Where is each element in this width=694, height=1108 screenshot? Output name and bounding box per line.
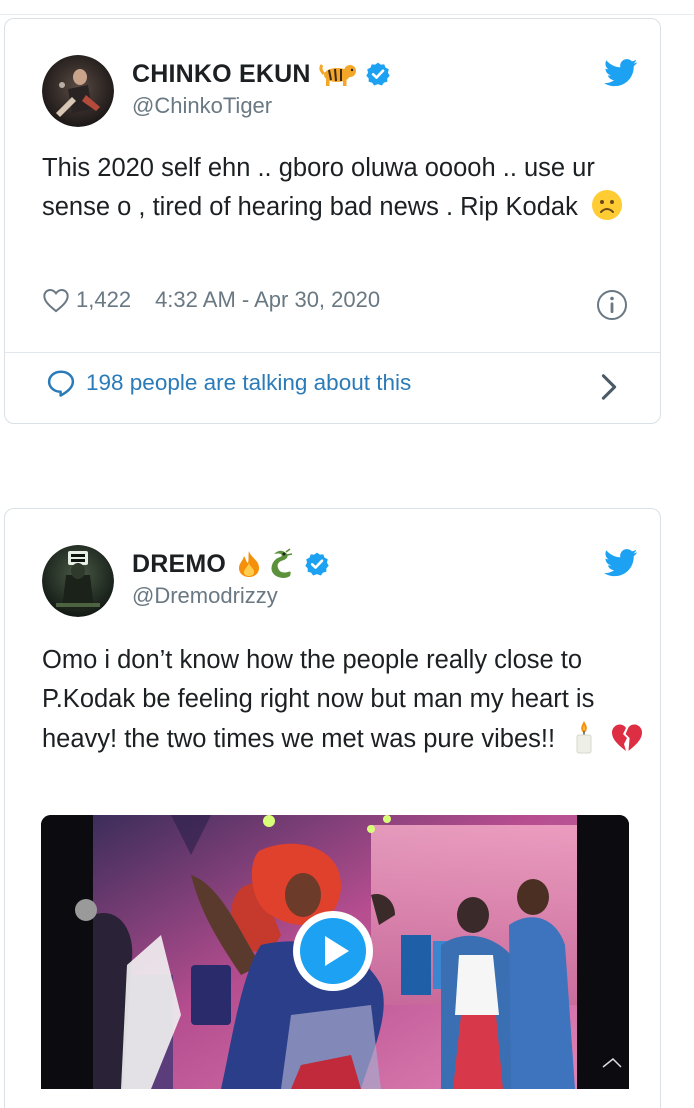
top-divider bbox=[0, 0, 694, 15]
verified-badge-icon bbox=[305, 552, 329, 576]
twitter-bird-icon[interactable] bbox=[604, 59, 638, 87]
tweet-meta: 1,422 4:32 AM - Apr 30, 2020 bbox=[42, 287, 380, 313]
author-handle[interactable]: @Dremodrizzy bbox=[132, 583, 278, 609]
play-icon[interactable] bbox=[291, 909, 375, 993]
tweet-text-body: This 2020 self ehn .. gboro oluwa ooooh … bbox=[42, 154, 595, 221]
tweet-card-chinko[interactable]: CHINKO EKUN @ChinkoTiger This 2020 self … bbox=[4, 18, 661, 424]
tweet-timestamp[interactable]: 4:32 AM - Apr 30, 2020 bbox=[155, 287, 380, 313]
author-name-row: CHINKO EKUN bbox=[132, 57, 391, 91]
heart-icon[interactable] bbox=[42, 287, 70, 313]
fire-icon bbox=[234, 549, 264, 579]
broken-heart-icon bbox=[611, 723, 643, 765]
conversation-link[interactable]: 198 people are talking about this bbox=[46, 369, 411, 397]
info-icon[interactable] bbox=[596, 289, 628, 321]
tiger-icon bbox=[318, 61, 357, 87]
avatar[interactable] bbox=[42, 55, 114, 127]
talking-count[interactable]: 198 people are talking about this bbox=[86, 370, 411, 396]
author-handle[interactable]: @ChinkoTiger bbox=[132, 93, 272, 119]
author-name-row: DREMO bbox=[132, 547, 330, 581]
speech-bubble-icon bbox=[47, 370, 75, 397]
tweet-text: Omo i don’t know how the people really c… bbox=[42, 641, 652, 767]
avatar[interactable] bbox=[42, 545, 114, 617]
frowning-face-icon bbox=[591, 189, 623, 233]
twitter-bird-icon[interactable] bbox=[604, 549, 638, 577]
video-thumbnail[interactable] bbox=[41, 815, 629, 1089]
tweet-card-dremo[interactable]: DREMO @Dremodrizzy Omo i don’t know how … bbox=[4, 508, 661, 1108]
tweet-text: This 2020 self ehn .. gboro oluwa ooooh … bbox=[42, 149, 642, 233]
verified-badge-icon bbox=[365, 62, 390, 86]
like-count[interactable]: 1,422 bbox=[76, 287, 131, 313]
card-divider bbox=[5, 352, 660, 353]
tweet-text-body: Omo i don’t know how the people really c… bbox=[42, 646, 595, 753]
author-name[interactable]: DREMO bbox=[132, 550, 226, 579]
chevron-right-icon[interactable] bbox=[600, 373, 618, 401]
dragon-icon bbox=[266, 548, 296, 580]
author-name[interactable]: CHINKO EKUN bbox=[132, 60, 311, 89]
candle-icon bbox=[570, 719, 598, 767]
